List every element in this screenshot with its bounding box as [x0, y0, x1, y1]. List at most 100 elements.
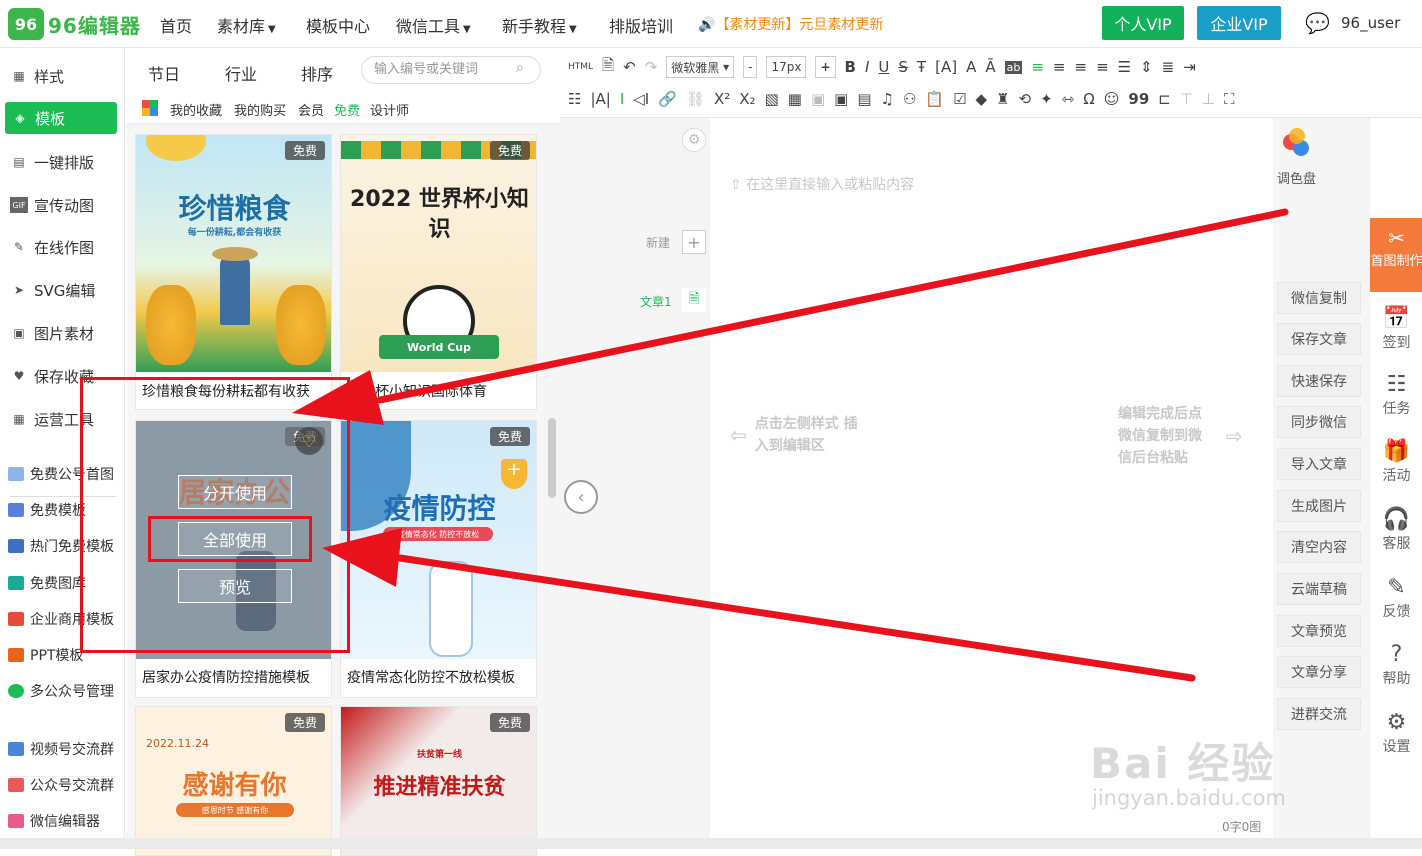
- article-doc-icon[interactable]: 🗎: [682, 288, 706, 312]
- template-card[interactable]: 珍惜粮食 每一份耕耘,都会有收获 免费 珍惜粮食每份耕耘都有收获: [135, 134, 332, 410]
- sidebar-group-public[interactable]: 公众号交流群: [8, 774, 114, 796]
- sidebar-item-images[interactable]: ▣ 图片素材: [10, 321, 94, 345]
- preview-article-button[interactable]: 文章预览: [1277, 615, 1361, 647]
- sidebar-item-styles[interactable]: ▦ 样式: [10, 64, 64, 88]
- add-article-icon[interactable]: +: [682, 230, 706, 254]
- sidebar-link-ppt[interactable]: PPT模板: [8, 644, 83, 666]
- omega-icon[interactable]: Ω: [1083, 90, 1094, 108]
- background-color-icon[interactable]: ab: [1004, 60, 1023, 74]
- sidebar-item-gif[interactable]: GIF 宣传动图: [10, 193, 94, 217]
- clear-content-button[interactable]: 清空内容: [1277, 531, 1361, 563]
- quick-save-button[interactable]: 快速保存: [1277, 365, 1361, 397]
- subscript-icon[interactable]: X₂: [739, 90, 755, 108]
- tasks-button[interactable]: ☷ 任务: [1370, 372, 1422, 418]
- font-size-decrease[interactable]: -: [743, 56, 758, 78]
- sync-wechat-button[interactable]: 同步微信: [1277, 406, 1361, 438]
- activity-button[interactable]: 🎁 活动: [1370, 439, 1422, 485]
- indent-icon[interactable]: ⇥: [1183, 58, 1196, 76]
- fullscreen-icon[interactable]: ⛶: [1224, 90, 1235, 108]
- font-color-icon[interactable]: A: [966, 58, 976, 76]
- template-card[interactable]: 疫情防控 疫情常态化 防控不放松 + 免费 疫情常态化防控不放松模板: [340, 420, 537, 698]
- magic-icon[interactable]: ✦: [1040, 90, 1053, 108]
- filter-favorites[interactable]: 我的收藏: [170, 100, 222, 119]
- sidebar-item-one-click[interactable]: ▤ 一键排版: [10, 150, 94, 174]
- panel-scrollbar[interactable]: [548, 418, 556, 498]
- filter-member[interactable]: 会员: [298, 100, 324, 119]
- collapse-left-icon[interactable]: ‹: [564, 480, 598, 514]
- filter-purchased[interactable]: 我的购买: [234, 100, 286, 119]
- music-icon[interactable]: ♫: [881, 90, 894, 108]
- checkbox-icon[interactable]: ☑: [953, 90, 966, 108]
- username[interactable]: 96_user: [1341, 14, 1400, 32]
- move-top-icon[interactable]: ⊤: [1180, 90, 1193, 108]
- superscript-icon[interactable]: X²: [714, 90, 730, 108]
- align-left-icon[interactable]: ≡: [1031, 58, 1044, 76]
- sidebar-group-editor[interactable]: 微信编辑器: [8, 810, 100, 832]
- person-icon[interactable]: ⚇: [903, 90, 916, 108]
- link-icon[interactable]: 🔗: [658, 90, 677, 108]
- checkin-button[interactable]: 📅 签到: [1370, 306, 1422, 352]
- new-article-label[interactable]: 新建: [646, 234, 670, 251]
- unlink-icon[interactable]: ⛓: [686, 90, 705, 108]
- paragraph-icon[interactable]: ☷: [568, 90, 581, 108]
- logo[interactable]: 96 96编辑器: [8, 8, 141, 40]
- business-vip-button[interactable]: 企业VIP: [1197, 6, 1281, 40]
- filter-designer[interactable]: 设计师: [370, 100, 409, 119]
- wechat-copy-button[interactable]: 微信复制: [1277, 282, 1361, 314]
- image-icon[interactable]: ▣: [811, 90, 825, 108]
- html-icon[interactable]: HTML: [568, 62, 593, 72]
- message-icon[interactable]: 💬: [1305, 11, 1330, 35]
- sidebar-group-video[interactable]: 视频号交流群: [8, 738, 114, 760]
- video-icon[interactable]: ▤: [857, 90, 871, 108]
- pattern-icon[interactable]: ▧: [765, 90, 779, 108]
- sidebar-link-free-templates[interactable]: 免费模板: [8, 499, 86, 521]
- clipboard-icon[interactable]: 📋: [925, 90, 944, 108]
- nav-tutorials[interactable]: 新手教程 ▼: [502, 13, 577, 37]
- filter-free[interactable]: 免费: [334, 100, 360, 119]
- template-card[interactable]: 2022.11.24 感谢有你 感恩时节 感谢有你 免费: [135, 706, 332, 856]
- quote-icon[interactable]: 99: [1128, 90, 1149, 108]
- save-doc-icon[interactable]: 🗎: [602, 55, 614, 80]
- align-right-icon[interactable]: ≡: [1074, 58, 1087, 76]
- generate-image-button[interactable]: 生成图片: [1277, 490, 1361, 522]
- eraser-icon[interactable]: ◆: [976, 90, 988, 108]
- resize-icon[interactable]: ⇿: [1062, 90, 1075, 108]
- replace-icon[interactable]: ⟲: [1019, 90, 1032, 108]
- tab-industry[interactable]: 行业: [225, 61, 257, 85]
- cloud-drafts-button[interactable]: 云端草稿: [1277, 573, 1361, 605]
- text-style-icon[interactable]: Ŧ: [917, 58, 926, 76]
- align-justify-icon[interactable]: ≡: [1096, 58, 1109, 76]
- align-center-icon[interactable]: ≡: [1053, 58, 1066, 76]
- indent-left-icon[interactable]: ◁I: [633, 90, 649, 108]
- personal-vip-button[interactable]: 个人VIP: [1102, 6, 1184, 40]
- nav-wechat-tools[interactable]: 微信工具 ▼: [396, 13, 471, 37]
- sidebar-link-free-gallery[interactable]: 免费图库: [8, 572, 86, 594]
- notice-link[interactable]: 🔊【素材更新】元旦素材更新: [698, 14, 883, 34]
- search-icon[interactable]: ⌕: [516, 60, 524, 76]
- save-article-button[interactable]: 保存文章: [1277, 323, 1361, 355]
- article-tab[interactable]: 文章1: [640, 293, 672, 310]
- list-icon[interactable]: ☰: [1118, 58, 1131, 76]
- format-brush-icon[interactable]: ♜: [996, 90, 1009, 108]
- sidebar-item-drawing[interactable]: ✎ 在线作图: [10, 235, 94, 259]
- line-height-icon[interactable]: ⇕: [1140, 58, 1153, 76]
- nav-training[interactable]: 排版培训: [609, 13, 673, 37]
- emoji-icon[interactable]: ☺: [1104, 90, 1120, 108]
- settings-button[interactable]: ⚙ 设置: [1370, 710, 1422, 756]
- nav-templates[interactable]: 模板中心: [306, 13, 370, 37]
- tab-festival[interactable]: 节日: [148, 61, 180, 85]
- color-filter-icon[interactable]: [142, 100, 158, 116]
- sidebar-link-multi-account[interactable]: 多公众号管理: [8, 680, 114, 702]
- sidebar-item-templates[interactable]: ◈ 模板: [5, 102, 117, 134]
- text-cursor-icon[interactable]: I: [620, 90, 624, 108]
- help-button[interactable]: ? 帮助: [1370, 642, 1422, 688]
- font-size-increase[interactable]: +: [815, 56, 836, 78]
- strikethrough-icon[interactable]: S: [898, 58, 908, 76]
- spacing-icon[interactable]: ≣: [1162, 58, 1175, 76]
- underline-icon[interactable]: U: [878, 58, 889, 76]
- settings-gear-icon[interactable]: ⚙: [682, 128, 706, 152]
- nav-materials[interactable]: 素材库 ▼: [217, 13, 276, 37]
- feedback-button[interactable]: ✎ 反馈: [1370, 575, 1422, 621]
- text-box-icon[interactable]: [A]: [935, 58, 957, 76]
- letter-spacing-icon[interactable]: |A|: [590, 90, 610, 108]
